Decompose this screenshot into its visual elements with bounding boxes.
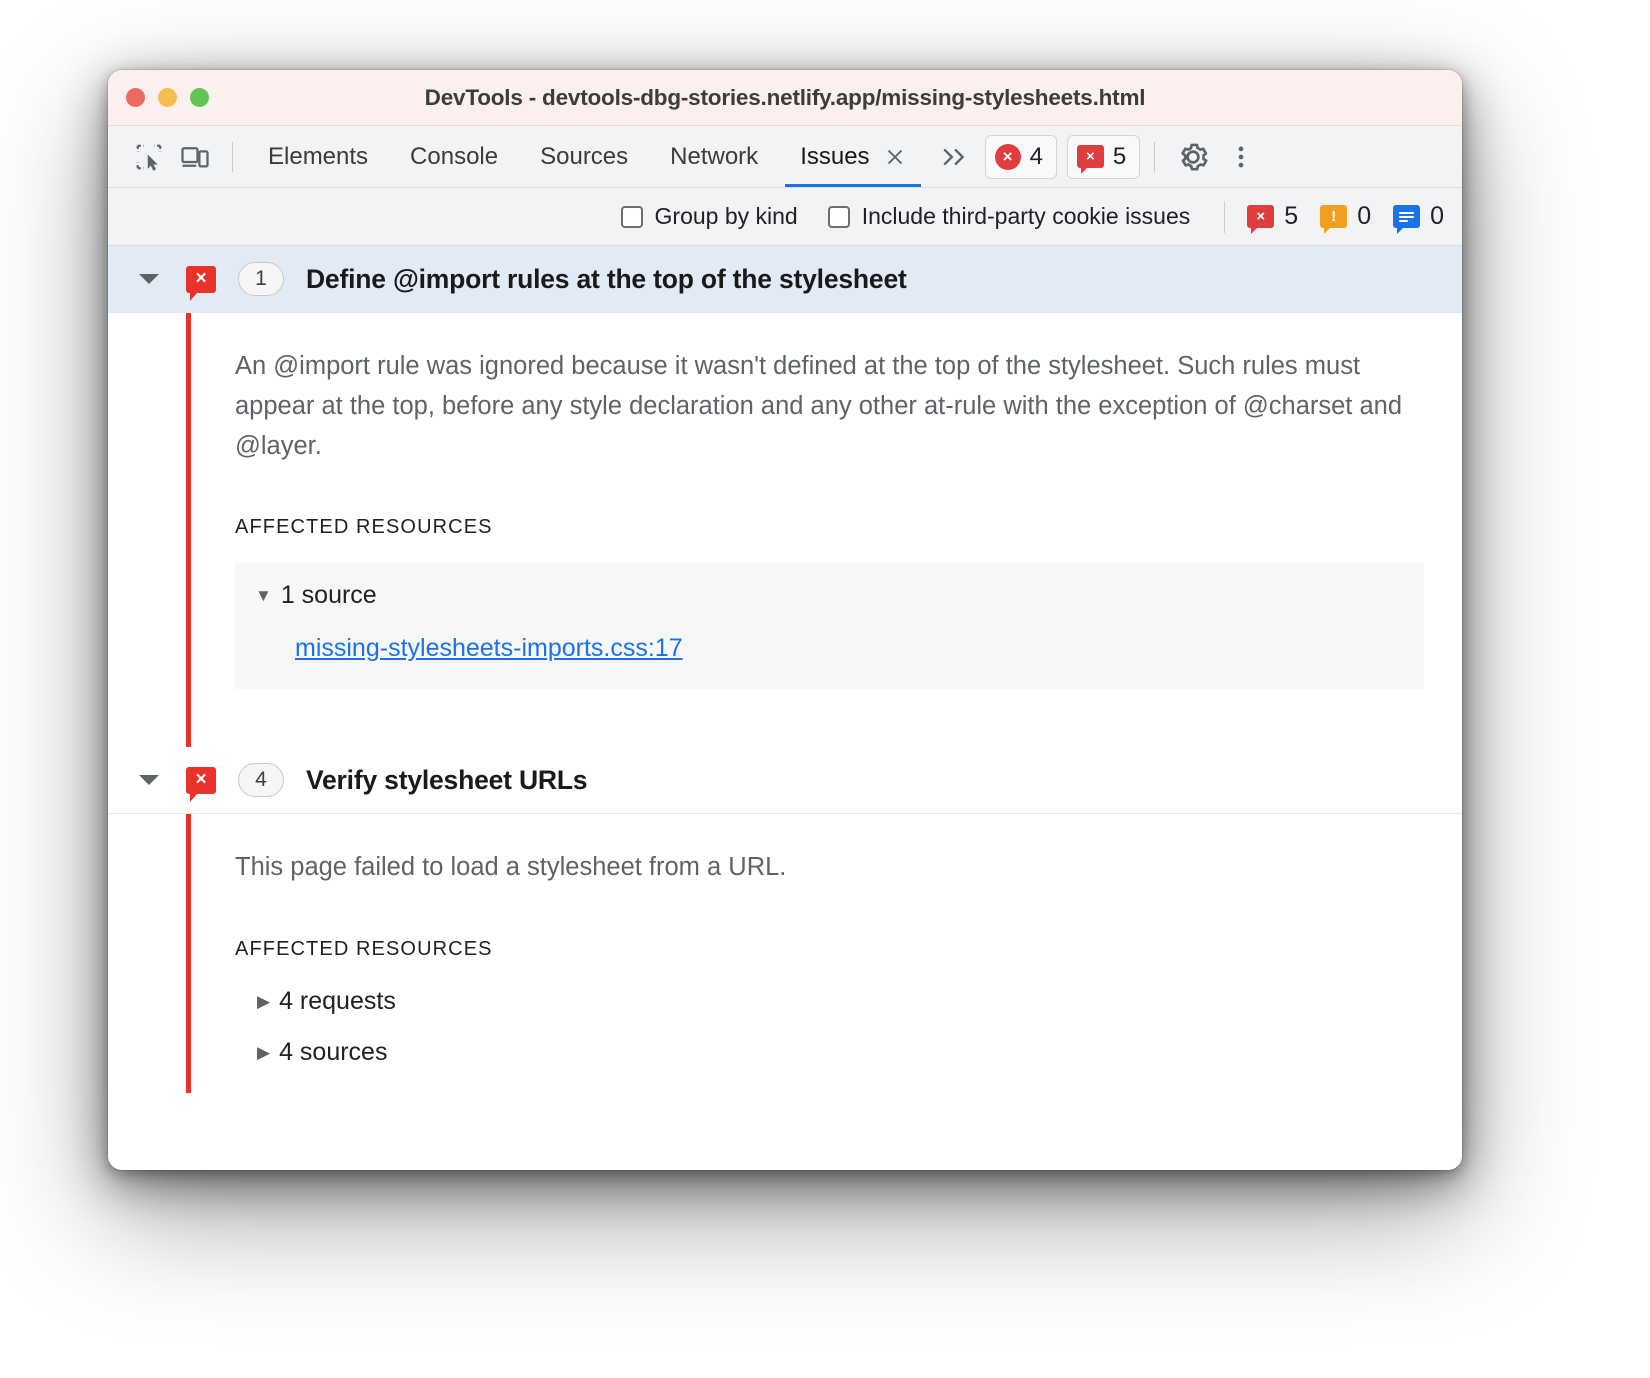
issue-count-pill: 1 xyxy=(238,262,284,296)
traffic-light-controls xyxy=(108,88,209,107)
chevron-right-icon[interactable]: ▶ xyxy=(257,1044,270,1061)
checkbox-box[interactable] xyxy=(828,206,850,228)
devtools-toolbar: Elements Console Sources Network Issues xyxy=(108,126,1462,188)
warning-counter[interactable]: ! 0 xyxy=(1320,202,1371,231)
close-icon[interactable] xyxy=(884,146,906,168)
tab-label: Issues xyxy=(800,143,869,171)
tab-elements[interactable]: Elements xyxy=(247,126,389,187)
issue-body-import-rules: An @import rule was ignored because it w… xyxy=(108,313,1462,747)
counter-value: 0 xyxy=(1357,202,1371,231)
source-link[interactable]: missing-stylesheets-imports.css:17 xyxy=(295,634,1424,663)
checkbox-box[interactable] xyxy=(621,206,643,228)
counter-value: 0 xyxy=(1430,202,1444,231)
error-bubble-icon: × xyxy=(186,767,216,794)
devtools-window: DevTools - devtools-dbg-stories.netlify.… xyxy=(108,70,1462,1170)
chevron-down-icon[interactable]: ▼ xyxy=(255,587,272,604)
error-bubble-icon: × xyxy=(186,266,216,293)
resource-group-label: 4 sources xyxy=(279,1038,387,1067)
error-bubble-icon: × xyxy=(1247,205,1274,228)
issue-bottom-spacer xyxy=(235,689,1462,747)
checkbox-label: Group by kind xyxy=(655,203,798,230)
badge-count: 5 xyxy=(1113,143,1126,171)
issues-count-badge[interactable]: × 5 xyxy=(1067,135,1140,179)
window-titlebar: DevTools - devtools-dbg-stories.netlify.… xyxy=(108,70,1462,126)
tab-sources[interactable]: Sources xyxy=(519,126,649,187)
warning-bubble-icon: ! xyxy=(1320,205,1347,228)
tab-network[interactable]: Network xyxy=(649,126,779,187)
counter-value: 5 xyxy=(1284,202,1298,231)
zoom-window-button[interactable] xyxy=(190,88,209,107)
tab-label: Sources xyxy=(540,143,628,171)
minimize-window-button[interactable] xyxy=(158,88,177,107)
tab-label: Elements xyxy=(268,143,368,171)
gear-icon[interactable] xyxy=(1169,133,1217,181)
chevron-down-icon[interactable] xyxy=(134,765,164,795)
inspect-element-icon[interactable] xyxy=(126,134,172,180)
info-counter[interactable]: 0 xyxy=(1393,202,1444,231)
resource-group-requests[interactable]: ▶ 4 requests xyxy=(257,987,1462,1016)
group-by-kind-checkbox[interactable]: Group by kind xyxy=(621,203,798,230)
close-window-button[interactable] xyxy=(126,88,145,107)
chevron-right-icon[interactable]: ▶ xyxy=(257,993,270,1010)
error-circle-icon: × xyxy=(995,144,1021,170)
window-title: DevTools - devtools-dbg-stories.netlify.… xyxy=(108,85,1462,111)
kebab-menu-icon[interactable] xyxy=(1217,133,1265,181)
toolbar-divider-2 xyxy=(1154,142,1155,172)
checkbox-label: Include third-party cookie issues xyxy=(862,203,1191,230)
toolbar-badges: × 4 × 5 xyxy=(985,135,1141,179)
resource-group-label: 4 requests xyxy=(279,987,396,1016)
affected-resources-label: AFFECTED RESOURCES xyxy=(235,938,1462,961)
issue-header-import-rules[interactable]: × 1 Define @import rules at the top of t… xyxy=(108,246,1462,313)
issue-header-verify-stylesheet-urls[interactable]: × 4 Verify stylesheet URLs xyxy=(108,747,1462,814)
issue-description: This page failed to load a stylesheet fr… xyxy=(235,848,1420,888)
issue-body-verify-stylesheet-urls: This page failed to load a stylesheet fr… xyxy=(108,814,1462,1093)
tab-label: Console xyxy=(410,143,498,171)
console-errors-badge[interactable]: × 4 xyxy=(985,135,1057,179)
issues-list: × 1 Define @import rules at the top of t… xyxy=(108,246,1462,1170)
issue-description: An @import rule was ignored because it w… xyxy=(235,347,1420,466)
info-bubble-icon xyxy=(1393,205,1420,228)
affected-resources-list: ▶ 4 requests ▶ 4 sources xyxy=(235,987,1462,1093)
chevron-down-icon[interactable] xyxy=(134,264,164,294)
toolbar-divider xyxy=(232,142,233,172)
affected-resources-box: ▼ 1 source missing-stylesheets-imports.c… xyxy=(235,563,1424,689)
issue-title: Define @import rules at the top of the s… xyxy=(306,264,907,295)
error-counter[interactable]: × 5 xyxy=(1247,202,1298,231)
resource-group-sources[interactable]: ▼ 1 source xyxy=(255,581,1424,610)
chevron-double-right-icon[interactable] xyxy=(927,144,981,170)
badge-count: 4 xyxy=(1030,143,1043,171)
issue-count-pill: 4 xyxy=(238,763,284,797)
affected-resources-label: AFFECTED RESOURCES xyxy=(235,516,1462,539)
tab-console[interactable]: Console xyxy=(389,126,519,187)
resource-group-label: 1 source xyxy=(281,581,377,610)
include-third-party-cookie-issues-checkbox[interactable]: Include third-party cookie issues xyxy=(828,203,1191,230)
device-toolbar-icon[interactable] xyxy=(172,134,218,180)
tab-issues[interactable]: Issues xyxy=(779,126,926,187)
issues-filter-bar: Group by kind Include third-party cookie… xyxy=(108,188,1462,246)
issue-title: Verify stylesheet URLs xyxy=(306,765,587,796)
panel-tabs: Elements Console Sources Network Issues xyxy=(247,126,927,187)
filter-divider xyxy=(1224,201,1225,233)
issue-bubble-icon: × xyxy=(1077,145,1104,168)
tab-label: Network xyxy=(670,143,758,171)
resource-group-sources[interactable]: ▶ 4 sources xyxy=(257,1038,1462,1067)
